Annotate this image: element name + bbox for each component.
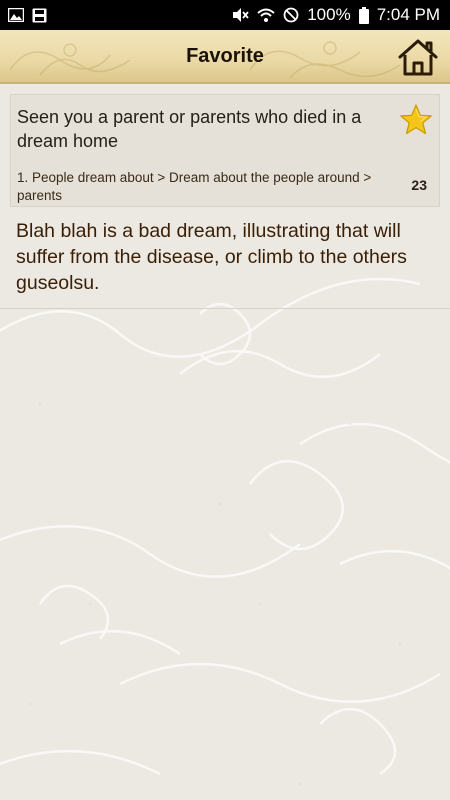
favorite-item[interactable]: Seen you a parent or parents who died in…: [10, 94, 440, 207]
clock: 7:04 PM: [376, 5, 440, 24]
status-bar: 100% 7:04 PM: [0, 0, 450, 30]
gallery-icon: [8, 8, 24, 22]
home-button[interactable]: [396, 36, 440, 78]
save-icon: [32, 8, 47, 23]
page-title: Favorite: [186, 44, 264, 67]
app-header: Favorite: [0, 30, 450, 84]
status-left: [8, 8, 47, 23]
home-icon: [398, 39, 438, 76]
no-disturb-icon: [283, 7, 299, 23]
status-right: 100% 7:04 PM: [231, 5, 440, 25]
dream-interpretation: Blah blah is a bad dream, illustrating t…: [16, 220, 407, 294]
mute-icon: [231, 7, 249, 23]
favorite-star-button[interactable]: [399, 103, 433, 137]
star-icon: [400, 104, 432, 135]
wifi-icon: [257, 8, 275, 23]
battery-icon: [358, 6, 369, 24]
battery-percent: 100%: [307, 5, 351, 24]
dream-category-path: 1. People dream about > Dream about the …: [17, 170, 372, 203]
dream-count: 23: [411, 177, 427, 193]
dream-title: Seen you a parent or parents who died in…: [17, 107, 362, 151]
divider: [0, 308, 450, 309]
